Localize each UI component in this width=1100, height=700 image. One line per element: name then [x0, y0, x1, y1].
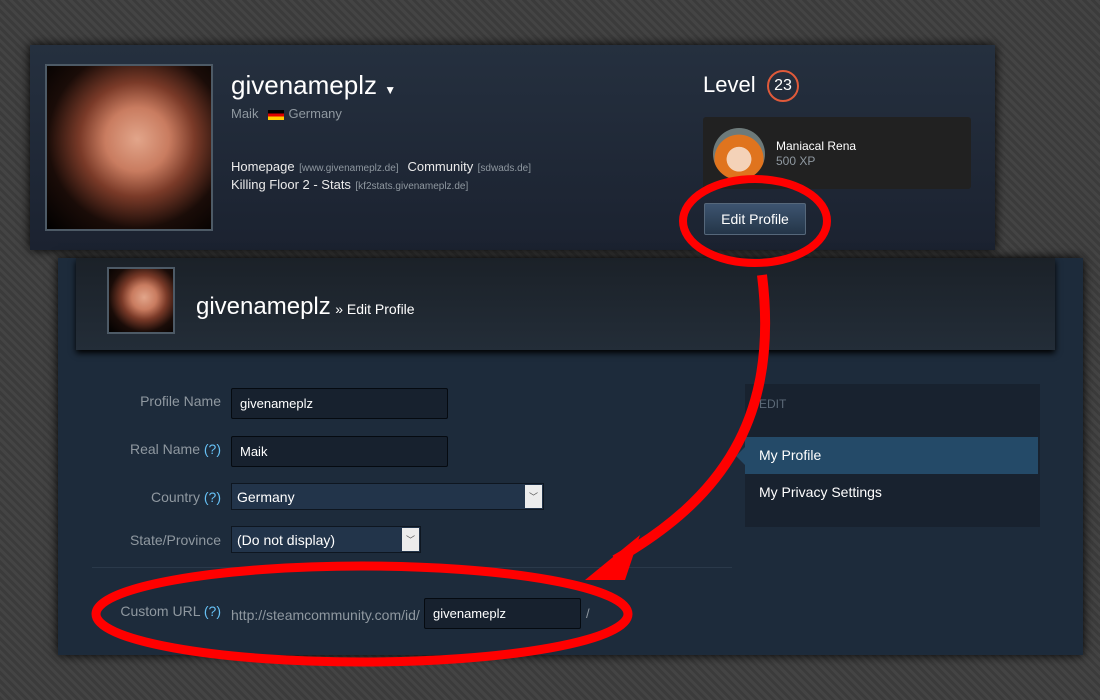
annotation-arrow — [612, 274, 771, 565]
annotation-arrowhead — [585, 535, 640, 580]
annotation-overlay — [91, 175, 831, 667]
annotation-circle-edit — [679, 175, 831, 267]
annotation-circle-url — [91, 561, 633, 667]
